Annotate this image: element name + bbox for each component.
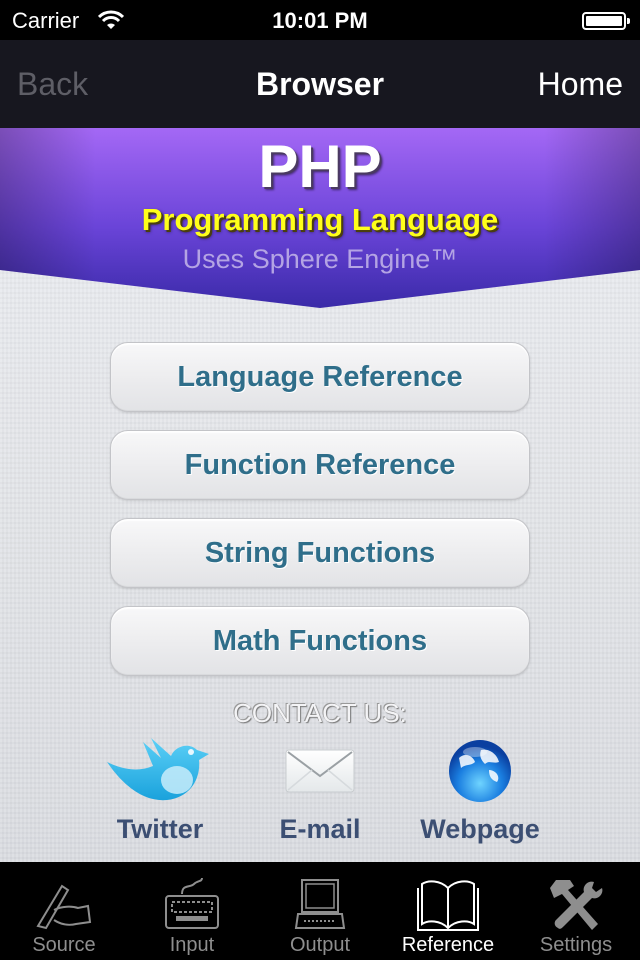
language-banner: PHP Programming Language Uses Sphere Eng… bbox=[0, 128, 640, 308]
reference-menu: Language Reference Function Reference St… bbox=[110, 342, 530, 694]
webpage-label: Webpage bbox=[420, 814, 540, 844]
globe-icon bbox=[449, 740, 511, 802]
open-book-icon bbox=[417, 880, 479, 931]
language-title: PHP bbox=[258, 133, 382, 200]
string-functions-button[interactable]: String Functions bbox=[110, 518, 530, 588]
tab-input-label: Input bbox=[169, 934, 215, 956]
twitter-label: Twitter bbox=[116, 814, 204, 844]
clock: 10:01 PM bbox=[272, 8, 368, 33]
contact-heading: CONTACT US: bbox=[233, 698, 407, 728]
tab-output-label: Output bbox=[289, 934, 351, 956]
webpage-link[interactable]: Webpage bbox=[400, 736, 560, 845]
tools-icon bbox=[550, 880, 603, 930]
engine-credit: Uses Sphere Engine™ bbox=[182, 244, 458, 274]
envelope-icon bbox=[285, 749, 355, 793]
function-reference-button[interactable]: Function Reference bbox=[110, 430, 530, 500]
hand-writing-icon bbox=[36, 884, 92, 930]
email-label: E-mail bbox=[279, 814, 361, 844]
tab-settings[interactable]: Settings bbox=[512, 862, 640, 960]
tab-reference[interactable]: Reference bbox=[384, 862, 512, 960]
tab-source-label: Source bbox=[32, 934, 96, 956]
twitter-bird-icon bbox=[107, 738, 209, 801]
tab-input[interactable]: Input bbox=[128, 862, 256, 960]
navigation-bar: Back Browser Home bbox=[0, 40, 640, 128]
twitter-link[interactable]: Twitter bbox=[80, 736, 240, 845]
tab-settings-label: Settings bbox=[539, 934, 613, 956]
tab-bar: Source Input Output Reference Settings bbox=[0, 862, 640, 960]
tab-output[interactable]: Output bbox=[256, 862, 384, 960]
computer-terminal-icon bbox=[294, 879, 346, 929]
back-button[interactable]: Back bbox=[17, 66, 88, 103]
language-subtitle: Programming Language bbox=[141, 202, 499, 237]
tab-reference-label: Reference bbox=[401, 934, 495, 956]
battery-icon bbox=[582, 12, 630, 30]
status-bar: Carrier 10:01 PM bbox=[0, 0, 640, 40]
math-functions-button[interactable]: Math Functions bbox=[110, 606, 530, 676]
tab-source[interactable]: Source bbox=[0, 862, 128, 960]
content-area: PHP Programming Language Uses Sphere Eng… bbox=[0, 128, 640, 862]
home-button[interactable]: Home bbox=[538, 66, 623, 103]
language-reference-button[interactable]: Language Reference bbox=[110, 342, 530, 412]
email-link[interactable]: E-mail bbox=[240, 736, 400, 845]
keyboard-icon bbox=[165, 877, 219, 929]
